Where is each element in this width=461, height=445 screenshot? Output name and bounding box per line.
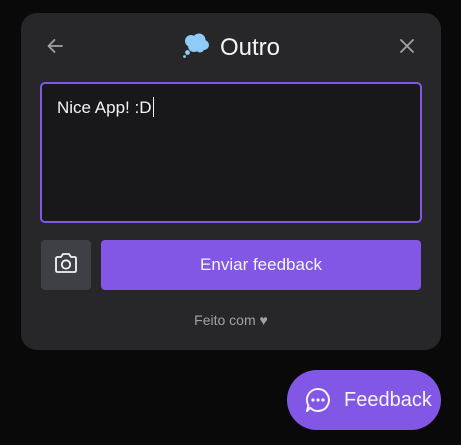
text-caret [152, 97, 154, 117]
close-icon [398, 37, 416, 60]
chat-bubble-icon [304, 386, 332, 414]
send-feedback-button[interactable]: Enviar feedback [101, 240, 421, 290]
widget-header: Outro [21, 13, 441, 83]
close-button[interactable] [395, 36, 419, 60]
feedback-text-value: Nice App! :D [57, 98, 152, 117]
screenshot-button[interactable] [41, 240, 91, 290]
feedback-launcher-button[interactable]: Feedback [287, 370, 441, 430]
footer-credit: Feito com ♥ [194, 312, 268, 328]
feedback-textarea[interactable]: Nice App! :D [40, 82, 422, 223]
widget-title-text: Outro [219, 34, 281, 61]
thought-bubble-icon [182, 33, 210, 64]
camera-icon [53, 251, 79, 280]
feedback-widget-panel: Outro Nice App! :D Enviar feedback Feito… [21, 13, 441, 350]
widget-title: Outro [21, 32, 441, 64]
feedback-launcher-label: Feedback [344, 388, 432, 411]
